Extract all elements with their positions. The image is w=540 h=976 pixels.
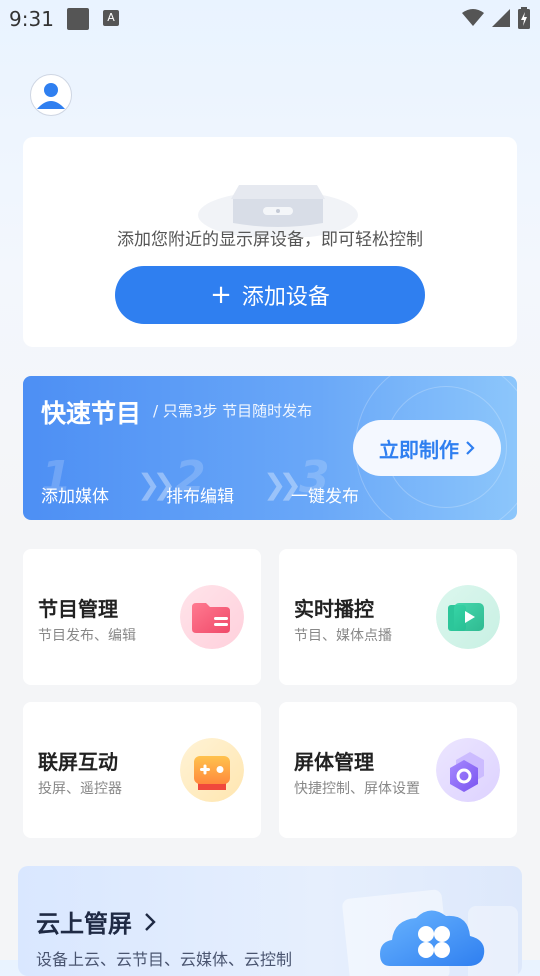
step-label: 添加媒体 [41, 487, 109, 507]
plus-icon: + [210, 280, 232, 310]
folder-icon [180, 585, 244, 649]
tile-title: 节目管理 [38, 597, 118, 621]
tile-subtitle: 投屏、遥控器 [38, 781, 122, 797]
make-now-button[interactable]: 立即制作 [353, 420, 501, 476]
status-icons [462, 7, 530, 29]
user-avatar[interactable] [30, 74, 72, 116]
hex-nut-icon [436, 738, 500, 802]
tile-subtitle: 节目发布、编辑 [38, 628, 136, 644]
tile-program-management[interactable]: 节目管理 节目发布、编辑 [23, 549, 261, 685]
cloud-title-text: 云上管屏 [36, 910, 132, 938]
device-empty-card: 添加您附近的显示屏设备，即可轻松控制 + 添加设备 [23, 137, 517, 347]
battery-icon [518, 7, 530, 29]
quick-program-subtitle: / 只需3步 节目随时发布 [153, 402, 313, 420]
tile-title: 屏体管理 [294, 750, 374, 774]
tile-subtitle: 节目、媒体点播 [294, 628, 392, 644]
steps: 1 添加媒体 ❯❯ 2 排布编辑 ❯❯ 3 一键发布 [41, 452, 381, 507]
tile-subtitle: 快捷控制、屏体设置 [294, 781, 420, 797]
double-chevron-icon: ❯❯ [137, 468, 176, 501]
step-label: 排布编辑 [166, 487, 234, 507]
tile-screen-interaction[interactable]: 联屏互动 投屏、遥控器 [23, 702, 261, 838]
status-bar: 9:31 A [0, 0, 540, 36]
chevron-right-icon [466, 441, 475, 455]
quick-program-title: 快速节目 [41, 399, 142, 428]
quick-program-banner[interactable]: 快速节目 / 只需3步 节目随时发布 1 添加媒体 ❯❯ 2 排布编辑 ❯❯ 3… [23, 376, 517, 520]
tile-title: 联屏互动 [38, 750, 118, 774]
wifi-icon [462, 9, 484, 26]
add-device-label: 添加设备 [241, 285, 330, 310]
cloud-title: 云上管屏 [36, 904, 156, 939]
cloud-icon [342, 889, 518, 976]
tile-title: 实时播控 [294, 597, 374, 621]
cloud-subtitle: 设备上云、云节目、云媒体、云控制 [36, 950, 293, 969]
chevron-right-icon [145, 912, 156, 931]
step-label: 一键发布 [291, 487, 359, 507]
gamepad-icon [180, 738, 244, 802]
user-icon [37, 83, 65, 109]
notification-square-icon [67, 8, 89, 30]
status-time: 9:31 [9, 7, 54, 31]
notification-badge-icon: A [103, 10, 119, 26]
tile-live-control[interactable]: 实时播控 节目、媒体点播 [279, 549, 517, 685]
tile-screen-management[interactable]: 屏体管理 快捷控制、屏体设置 [279, 702, 517, 838]
make-now-label: 立即制作 [379, 437, 459, 462]
empty-device-text: 添加您附近的显示屏设备，即可轻松控制 [117, 230, 423, 250]
double-chevron-icon: ❯❯ [263, 468, 302, 501]
add-device-button[interactable]: + 添加设备 [115, 266, 425, 324]
cellular-signal-icon [492, 9, 510, 27]
play-icon [436, 585, 500, 649]
